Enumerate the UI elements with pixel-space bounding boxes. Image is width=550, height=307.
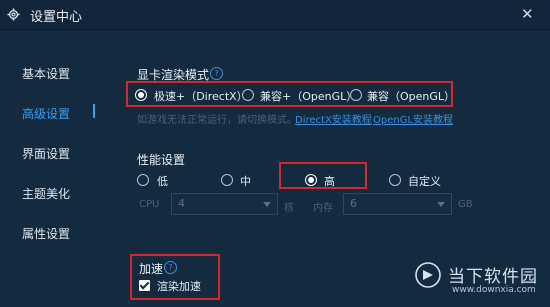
active-indicator	[93, 104, 95, 118]
radio-medium[interactable]	[221, 174, 233, 186]
render-acceleration-checkbox[interactable]	[139, 280, 150, 291]
chevron-down-icon	[437, 202, 445, 207]
close-icon[interactable]: ✕	[521, 5, 534, 23]
cpu-select[interactable]: 4	[171, 193, 278, 215]
graphics-hint: 如游戏无法正常运行，请切换模式。	[137, 115, 297, 126]
radio-low[interactable]	[137, 174, 149, 186]
radio-label-directx-plus[interactable]: 极速+（DirectX）	[154, 88, 248, 104]
sidebar-item-basic[interactable]: 基本设置	[22, 65, 70, 82]
watermark-logo-icon	[415, 262, 441, 288]
opengl-tutorial-link[interactable]: OpenGL安装教程	[373, 111, 453, 126]
radio-high[interactable]	[305, 174, 317, 186]
watermark-text: 当下软件园	[448, 267, 538, 287]
sidebar-item-theme[interactable]: 主题美化	[22, 185, 70, 202]
radio-label-medium[interactable]: 中	[240, 173, 251, 189]
radio-label-custom[interactable]: 自定义	[408, 173, 441, 189]
help-icon[interactable]: ?	[164, 261, 177, 274]
cpu-unit: 核	[284, 203, 294, 214]
watermark-url: www.downxia.com	[452, 285, 536, 295]
render-acceleration-label[interactable]: 渲染加速	[157, 278, 201, 294]
radio-opengl-plus[interactable]	[242, 89, 254, 101]
memory-label: 内存	[313, 203, 333, 214]
sidebar-item-interface[interactable]: 界面设置	[22, 145, 70, 162]
cpu-label: CPU	[139, 199, 160, 210]
cpu-value: 4	[178, 197, 185, 210]
memory-unit: GB	[458, 199, 473, 210]
highlight-box-performance	[279, 162, 367, 189]
sidebar-item-advanced[interactable]: 高级设置	[22, 105, 70, 122]
radio-label-high[interactable]: 高	[324, 173, 335, 189]
title-bar	[0, 0, 550, 30]
radio-label-low[interactable]: 低	[157, 173, 168, 189]
help-icon[interactable]: ?	[210, 67, 223, 80]
memory-value: 6	[350, 197, 357, 210]
radio-label-opengl-plus[interactable]: 兼容+（OpenGL）	[260, 88, 357, 104]
radio-custom[interactable]	[389, 174, 401, 186]
performance-title: 性能设置	[137, 153, 186, 167]
directx-tutorial-link[interactable]: DirectX安装教程	[295, 111, 372, 126]
window-title: 设置中心	[30, 10, 83, 25]
radio-opengl[interactable]	[350, 89, 362, 101]
settings-gear-icon	[7, 8, 20, 21]
radio-label-opengl[interactable]: 兼容（OpenGL）	[367, 88, 455, 104]
chevron-down-icon	[263, 202, 271, 207]
acceleration-title: 加速	[139, 262, 164, 276]
sidebar-item-properties[interactable]: 属性设置	[22, 225, 70, 242]
radio-directx-plus[interactable]	[135, 89, 147, 101]
memory-select[interactable]: 6	[343, 193, 452, 215]
